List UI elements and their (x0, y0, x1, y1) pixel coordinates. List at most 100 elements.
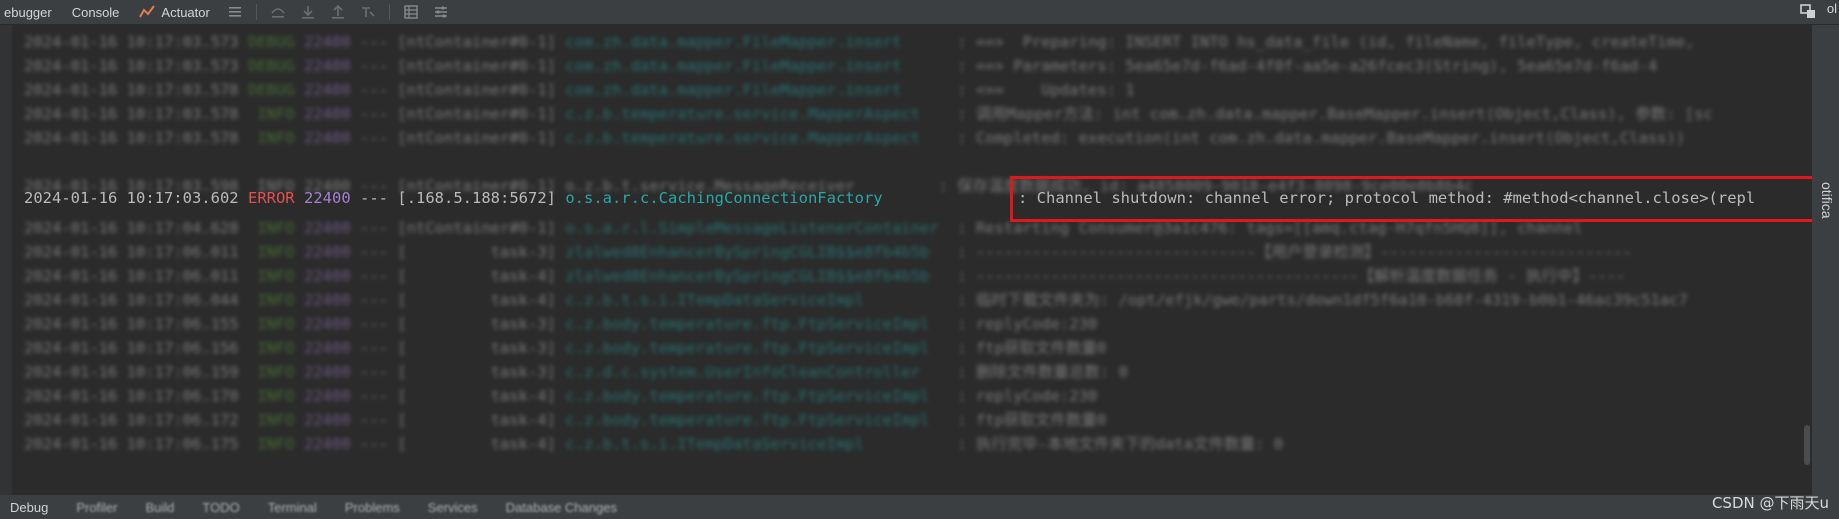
log-pid: 22400 (304, 189, 351, 207)
log-level: DEBUG (247, 33, 295, 51)
log-line: 2024-01-16 10:17:03.578 INFO 22400 --- [… (24, 129, 1686, 147)
log-logger: c.z.b.t.s.i.ITempDataServiceImpl (565, 291, 958, 309)
log-logger: c.z.d.c.system.UserInfoCleanController (565, 363, 958, 381)
log-pid: 22400 (304, 363, 351, 381)
log-level: INFO (247, 105, 295, 123)
log-timestamp: 2024-01-16 10:17:03.573 (24, 33, 239, 51)
log-timestamp: 2024-01-16 10:17:03.602 (24, 189, 239, 207)
tab-console[interactable]: Console (62, 0, 130, 24)
log-thread: [ntContainer#0-1] (397, 105, 556, 123)
log-message-text: : replyCode:230 (957, 387, 1098, 405)
log-level: INFO (247, 267, 295, 285)
bottom-tab-problems[interactable]: Problems (345, 500, 400, 515)
log-thread: [ntContainer#0-1] (397, 219, 556, 237)
log-timestamp: 2024-01-16 10:17:06.011 (24, 243, 239, 261)
log-message-text: : 调用Mapper方法: int com.zh.data.mapper.Bas… (957, 105, 1713, 123)
log-line: 2024-01-16 10:17:06.156 INFO 22400 --- [… (24, 339, 1107, 357)
tab-console-label: Console (71, 4, 120, 20)
log-line: 2024-01-16 10:17:06.175 INFO 22400 --- [… (24, 435, 1284, 453)
log-pid: 22400 (304, 81, 351, 99)
log-timestamp: 2024-01-16 10:17:06.155 (24, 315, 239, 333)
tab-debugger[interactable]: ebugger (0, 0, 62, 24)
log-logger: zlalwed8EnhancerBySpringCGLIB$$e8fb4b5b (565, 243, 958, 261)
log-message-text: : 删除文件数量总数: 0 (957, 363, 1128, 381)
log-line: 2024-01-16 10:17:03.578 INFO 22400 --- [… (24, 105, 1713, 123)
log-level: DEBUG (247, 81, 295, 99)
log-pid: 22400 (304, 105, 351, 123)
log-pid: 22400 (304, 129, 351, 147)
settings-sliders-icon[interactable] (433, 4, 449, 20)
log-level: INFO (247, 129, 295, 147)
log-logger: c.z.b.temperature.service.MapperAspect (565, 129, 958, 147)
run-to-cursor-icon[interactable] (360, 4, 376, 20)
log-logger[interactable]: o.s.a.r.c.CachingConnectionFactory (565, 189, 882, 207)
log-level: INFO (247, 243, 295, 261)
table-icon[interactable] (403, 4, 419, 20)
log-thread: [ task-4] (397, 291, 556, 309)
log-thread: [.168.5.188:5672] (397, 189, 556, 207)
log-logger: com.zh.data.mapper.FileMapper.insert (565, 33, 958, 51)
bottom-tool-bar: Debug Profiler Build TODO Terminal Problems Se… (0, 495, 1839, 519)
step-over-icon[interactable] (270, 4, 286, 20)
log-line: 2024-01-16 10:17:06.172 INFO 22400 --- [… (24, 411, 1107, 429)
log-thread: [ task-3] (397, 315, 556, 333)
console-gutter (0, 25, 12, 495)
toolbar-right-label: ol (1826, 1, 1837, 16)
log-message-text: : <== Updates: 1 (957, 81, 1135, 99)
log-thread: [ntContainer#0-1] (397, 129, 556, 147)
log-line: 2024-01-16 10:17:06.159 INFO 22400 --- [… (24, 363, 1128, 381)
bottom-tab-terminal[interactable]: Terminal (268, 500, 317, 515)
log-message-text: : ------------------------------【用户登录检测】… (957, 243, 1632, 261)
bottom-tab-database-changes[interactable]: Database Changes (506, 500, 617, 515)
log-message-text: : --------------------------------------… (957, 267, 1626, 285)
log-line: 2024-01-16 10:17:06.170 INFO 22400 --- [… (24, 387, 1098, 405)
log-message-text: : 临时下载文件夹为: /opt/efjk/gwe/parts/down1df5… (957, 291, 1688, 309)
log-thread: [ntContainer#0-1] (397, 57, 556, 75)
log-logger: c.z.body.temperature.ftp.FtpServiceImpl (565, 339, 958, 357)
log-level: INFO (247, 363, 295, 381)
tab-actuator[interactable]: Actuator (129, 0, 219, 24)
bottom-tab-debug[interactable]: Debug (10, 500, 48, 515)
debug-toolbar: ebugger Console Actuator ol (0, 0, 1839, 25)
step-out-icon[interactable] (330, 4, 346, 20)
log-thread: [ntContainer#0-1] (397, 81, 556, 99)
bottom-tab-todo[interactable]: TODO (202, 500, 239, 515)
step-into-icon[interactable] (300, 4, 316, 20)
log-thread: [ task-4] (397, 435, 556, 453)
log-thread: [ task-4] (397, 387, 556, 405)
bottom-tab-profiler[interactable]: Profiler (76, 500, 117, 515)
console-scrollbar[interactable] (1804, 425, 1810, 465)
log-thread: [ task-4] (397, 267, 556, 285)
log-level: INFO (247, 411, 295, 429)
log-pid: 22400 (304, 57, 351, 75)
log-timestamp: 2024-01-16 10:17:03.573 (24, 57, 239, 75)
console-output[interactable]: 2024-01-16 10:17:03.573 DEBUG 22400 --- … (0, 25, 1812, 495)
bottom-tab-build[interactable]: Build (146, 500, 175, 515)
log-timestamp: 2024-01-16 10:17:06.156 (24, 339, 239, 357)
log-thread: [ task-4] (397, 411, 556, 429)
log-logger: c.z.body.temperature.ftp.FtpServiceImpl (565, 411, 958, 429)
log-pid: 22400 (304, 411, 351, 429)
log-level: INFO (247, 387, 295, 405)
log-pid: 22400 (304, 243, 351, 261)
log-logger: c.z.body.temperature.ftp.FtpServiceImpl (565, 387, 958, 405)
notifications-tab[interactable]: otifica (1819, 182, 1835, 219)
log-timestamp: 2024-01-16 10:17:03.578 (24, 81, 239, 99)
log-message-text: : 执行完毕-本地文件夹下的data文件数量: 0 (957, 435, 1284, 453)
bottom-tab-services[interactable]: Services (428, 500, 478, 515)
log-line: 2024-01-16 10:17:06.044 INFO 22400 --- [… (24, 291, 1688, 309)
log-message-text: : ==> Parameters: 5ea65e7d-f6ad-4f0f-aa5… (957, 57, 1658, 75)
log-message-text: : replyCode:230 (957, 315, 1098, 333)
log-logger: zlalwed8EnhancerBySpringCGLIB$$e8fb4b5b (565, 267, 958, 285)
menu-icon[interactable] (227, 4, 243, 20)
log-level: INFO (247, 435, 295, 453)
layout-options-icon[interactable] (1799, 2, 1817, 20)
log-timestamp: 2024-01-16 10:17:06.175 (24, 435, 239, 453)
toolbar-divider (255, 4, 257, 20)
log-level: INFO (247, 315, 295, 333)
log-pid: 22400 (304, 33, 351, 51)
log-pid: 22400 (304, 291, 351, 309)
log-level-error: ERROR (247, 189, 295, 207)
actuator-icon (139, 5, 156, 18)
tab-debugger-label: ebugger (4, 4, 52, 20)
